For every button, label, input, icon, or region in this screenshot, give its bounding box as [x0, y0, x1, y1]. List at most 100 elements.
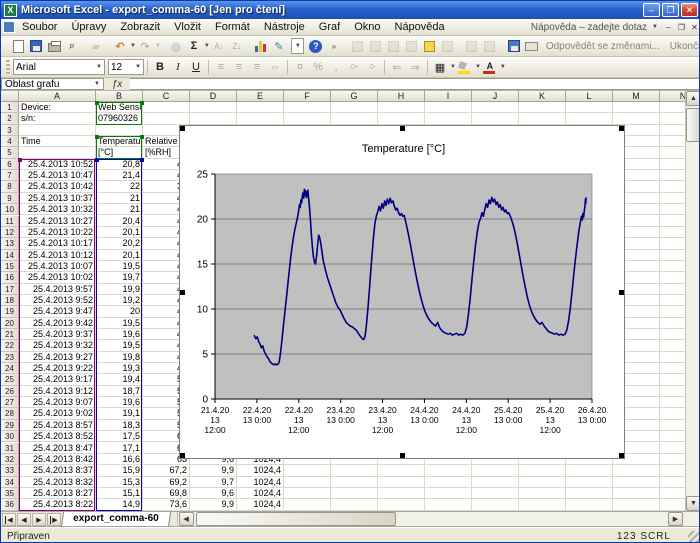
row-header-22[interactable]: 22 — [1, 340, 19, 351]
chart-selection-handle[interactable] — [400, 453, 405, 458]
sheet-tab-active[interactable]: export_comma-60 — [61, 512, 171, 527]
cell-A8[interactable]: 25.4.2013 10:42 — [19, 181, 96, 192]
cell-A21[interactable]: 25.4.2013 9:37 — [19, 329, 96, 340]
cell-B15[interactable]: 19,5 — [96, 261, 143, 272]
bold-button[interactable]: B — [151, 58, 169, 76]
reply-with-changes-button[interactable]: Odpovědět se změnami... — [541, 41, 665, 52]
cell-A1[interactable]: Device: — [19, 102, 96, 113]
cell-N7[interactable] — [660, 170, 685, 181]
horizontal-scroll-thumb[interactable] — [196, 512, 396, 526]
align-center-button[interactable]: ≡ — [230, 58, 248, 76]
cell-B16[interactable]: 19,7 — [96, 272, 143, 283]
menu-item-soubor[interactable]: Soubor — [15, 20, 64, 34]
column-header-L[interactable]: L — [566, 91, 613, 102]
cell-A29[interactable]: 25.4.2013 8:57 — [19, 420, 96, 431]
row-header-17[interactable]: 17 — [1, 284, 19, 295]
row-header-29[interactable]: 29 — [1, 420, 19, 431]
row-header-11[interactable]: 11 — [1, 216, 19, 227]
select-all-corner[interactable] — [1, 91, 19, 102]
cell-K35[interactable] — [519, 488, 566, 499]
edit-comment-button[interactable] — [349, 37, 367, 55]
cell-H34[interactable] — [378, 477, 425, 488]
cell-A17[interactable]: 25.4.2013 9:57 — [19, 284, 96, 295]
row-header-6[interactable]: 6 — [1, 159, 19, 170]
redo-button[interactable]: ↷ — [136, 37, 154, 55]
row-header-26[interactable]: 26 — [1, 386, 19, 397]
font-name-combobox[interactable]: Arial ▼ — [13, 59, 105, 75]
cell-G33[interactable] — [331, 465, 378, 476]
cell-N1[interactable] — [660, 102, 685, 113]
font-color-button[interactable]: A — [481, 58, 499, 76]
cell-N21[interactable] — [660, 329, 685, 340]
cell-B3[interactable] — [96, 125, 143, 136]
track-changes-button[interactable] — [463, 37, 481, 55]
decrease-indent-button[interactable]: ⇐ — [388, 58, 406, 76]
row-header-21[interactable]: 21 — [1, 329, 19, 340]
next-comment-button[interactable] — [385, 37, 403, 55]
cell-B32[interactable]: 16,6 — [96, 454, 143, 465]
column-header-A[interactable]: A — [19, 91, 96, 102]
cell-F34[interactable] — [284, 477, 331, 488]
percent-style-button[interactable]: % — [309, 58, 327, 76]
end-review-button[interactable]: Ukončit revizi... — [665, 41, 700, 52]
cell-A33[interactable]: 25.4.2013 8:37 — [19, 465, 96, 476]
cell-N23[interactable] — [660, 352, 685, 363]
cell-H2[interactable] — [378, 113, 425, 124]
column-header-D[interactable]: D — [190, 91, 237, 102]
cell-B4[interactable]: Temperatu — [96, 136, 143, 147]
cell-B8[interactable]: 22 — [96, 181, 143, 192]
cell-N10[interactable] — [660, 204, 685, 215]
cell-N29[interactable] — [660, 420, 685, 431]
menu-item-npovda[interactable]: Nápověda — [388, 20, 452, 34]
menu-item-vloit[interactable]: Vložit — [167, 20, 208, 34]
cell-F35[interactable] — [284, 488, 331, 499]
cell-B12[interactable]: 20,1 — [96, 227, 143, 238]
workbook-minimize-button[interactable]: – — [662, 21, 675, 33]
maximize-button[interactable]: ❐ — [662, 3, 679, 17]
cell-A30[interactable]: 25.4.2013 8:52 — [19, 431, 96, 442]
cell-B24[interactable]: 19,3 — [96, 363, 143, 374]
borders-button[interactable]: ▦ — [431, 58, 449, 76]
formula-input[interactable] — [130, 78, 700, 90]
cell-A5[interactable] — [19, 147, 96, 158]
cell-M36[interactable] — [613, 499, 660, 510]
cell-A36[interactable]: 25.4.2013 8:22 — [19, 499, 96, 510]
save-button[interactable] — [27, 37, 45, 55]
cell-H33[interactable] — [378, 465, 425, 476]
cell-I33[interactable] — [425, 465, 472, 476]
cell-B29[interactable]: 18,3 — [96, 420, 143, 431]
sort-ascending-button[interactable]: A↓ — [210, 37, 228, 55]
scroll-right-icon[interactable]: ▶ — [668, 512, 683, 526]
cell-A6[interactable]: 25.4.2013 10:52 — [19, 159, 96, 170]
cell-J2[interactable] — [472, 113, 519, 124]
comma-style-button[interactable]: , — [327, 58, 345, 76]
cell-L1[interactable] — [566, 102, 613, 113]
cell-A25[interactable]: 25.4.2013 9:17 — [19, 374, 96, 385]
cell-B25[interactable]: 19,4 — [96, 374, 143, 385]
resize-grip[interactable] — [688, 531, 700, 543]
column-header-K[interactable]: K — [519, 91, 566, 102]
cell-A16[interactable]: 25.4.2013 10:02 — [19, 272, 96, 283]
cell-K33[interactable] — [519, 465, 566, 476]
cell-N16[interactable] — [660, 272, 685, 283]
cell-M2[interactable] — [613, 113, 660, 124]
cell-N6[interactable] — [660, 159, 685, 170]
cell-M33[interactable] — [613, 465, 660, 476]
cell-N19[interactable] — [660, 306, 685, 317]
cell-B23[interactable]: 19,8 — [96, 352, 143, 363]
cell-J36[interactable] — [472, 499, 519, 510]
next-sheet-button[interactable]: ▶ — [32, 513, 46, 526]
zoom-combobox[interactable]: ▼ — [291, 38, 304, 54]
row-header-30[interactable]: 30 — [1, 431, 19, 442]
cell-N12[interactable] — [660, 227, 685, 238]
cell-N30[interactable] — [660, 431, 685, 442]
cell-E35[interactable]: 1024,4 — [237, 488, 284, 499]
close-button[interactable]: ✕ — [681, 3, 698, 17]
cell-E1[interactable] — [237, 102, 284, 113]
column-header-N[interactable]: N — [660, 91, 685, 102]
cell-B5[interactable]: [°C] — [96, 147, 143, 158]
cell-A11[interactable]: 25.4.2013 10:27 — [19, 216, 96, 227]
cell-B19[interactable]: 20 — [96, 306, 143, 317]
previous-sheet-button[interactable]: ◀ — [17, 513, 31, 526]
cell-N34[interactable] — [660, 477, 685, 488]
